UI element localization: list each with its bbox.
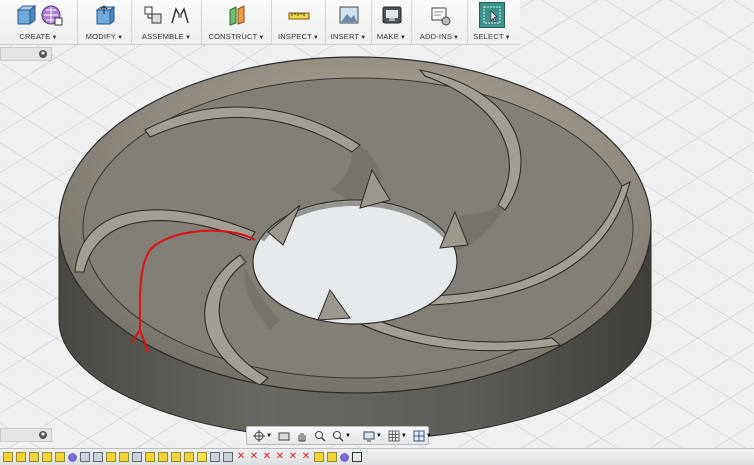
toolbar-group-modify[interactable]: MODIFY▼ <box>78 0 132 44</box>
extrude-icon[interactable] <box>13 3 37 27</box>
timeline-suppressed-icon[interactable]: ✕ <box>275 452 285 462</box>
toolbar-label-select: SELECT <box>473 32 504 41</box>
timeline-suppressed-icon[interactable]: ✕ <box>236 452 246 462</box>
joint-icon[interactable] <box>168 3 192 27</box>
timeline-feature-icon[interactable] <box>55 452 65 462</box>
toolbar-label-inspect: INSPECT <box>277 32 312 41</box>
pan-icon[interactable] <box>294 428 310 443</box>
timeline-feature-icon[interactable] <box>197 452 207 462</box>
timeline-feature-icon[interactable] <box>29 452 39 462</box>
timeline-feature-icon[interactable] <box>106 452 116 462</box>
canvas-viewport[interactable] <box>0 0 754 464</box>
timeline-feature-icon[interactable] <box>223 452 233 462</box>
timeline-feature-icon[interactable] <box>145 452 155 462</box>
timeline-feature-icon[interactable] <box>42 452 52 462</box>
timeline-feature-icon[interactable] <box>340 452 349 462</box>
timeline-feature-icon[interactable] <box>171 452 181 462</box>
main-toolbar: CREATE▼ MODIFY▼ ASSEMBLE▼ CONSTRUCT▼ INS… <box>0 0 520 45</box>
toolbar-label-insert: INSERT <box>330 32 360 41</box>
toolbar-label-modify: MODIFY <box>85 32 117 41</box>
timeline-feature-icon[interactable] <box>184 452 194 462</box>
timeline-feature-icon[interactable] <box>80 452 90 462</box>
zoom-icon[interactable]: ▼ <box>330 428 353 443</box>
timeline-bar[interactable]: ✕ ✕ ✕ ✕ ✕ ✕ <box>0 448 754 465</box>
timeline-suppressed-icon[interactable]: ✕ <box>288 452 298 462</box>
timeline-feature-icon[interactable] <box>119 452 129 462</box>
timeline-feature-icon[interactable] <box>3 452 13 462</box>
timeline-feature-icon[interactable] <box>93 452 103 462</box>
toolbar-group-insert[interactable]: INSERT▼ <box>326 0 372 44</box>
toolbar-group-inspect[interactable]: INSPECT▼ <box>272 0 326 44</box>
orbit-icon[interactable]: ▼ <box>251 428 274 443</box>
timeline-feature-icon[interactable] <box>68 452 77 462</box>
zoom-window-icon[interactable] <box>312 428 328 443</box>
viewports-icon[interactable]: ▼ <box>411 428 434 443</box>
toolbar-group-construct[interactable]: CONSTRUCT▼ <box>202 0 272 44</box>
browser-panel-toggle[interactable]: ● <box>39 50 47 58</box>
timeline-suppressed-icon[interactable]: ✕ <box>249 452 259 462</box>
toolbar-group-select[interactable]: SELECT▼ <box>468 0 516 44</box>
3d-print-icon[interactable] <box>380 3 404 27</box>
pattern-grid-icon[interactable] <box>40 3 64 27</box>
impeller-model[interactable] <box>0 0 754 464</box>
toolbar-label-construct: CONSTRUCT <box>208 32 258 41</box>
toolbar-group-create[interactable]: CREATE▼ <box>0 0 78 44</box>
timeline-feature-icon[interactable] <box>210 452 220 462</box>
display-settings-icon[interactable]: ▼ <box>361 428 384 443</box>
toolbar-group-addins[interactable]: ADD-INS▼ <box>412 0 468 44</box>
measure-icon[interactable] <box>287 3 311 27</box>
offset-plane-icon[interactable] <box>225 3 249 27</box>
toolbar-label-addins: ADD-INS <box>419 32 453 41</box>
timeline-feature-icon[interactable] <box>327 452 337 462</box>
press-pull-icon[interactable] <box>93 3 117 27</box>
grid-settings-icon[interactable]: ▼ <box>386 428 409 443</box>
toolbar-label-create: CREATE <box>19 32 51 41</box>
scripts-icon[interactable] <box>428 3 452 27</box>
toolbar-group-assemble[interactable]: ASSEMBLE▼ <box>132 0 202 44</box>
toolbar-group-make[interactable]: MAKE▼ <box>372 0 412 44</box>
new-component-icon[interactable] <box>141 3 165 27</box>
toolbar-label-assemble: ASSEMBLE <box>141 32 184 41</box>
select-arrow-icon[interactable] <box>479 2 505 28</box>
timeline-marker-icon[interactable] <box>352 452 362 462</box>
timeline-feature-icon[interactable] <box>16 452 26 462</box>
browser-panel-header[interactable]: ● <box>0 47 52 61</box>
timeline-feature-icon[interactable] <box>132 452 142 462</box>
toolbar-label-make: MAKE <box>376 32 399 41</box>
comments-panel-header[interactable]: ● <box>0 428 52 442</box>
timeline-suppressed-icon[interactable]: ✕ <box>262 452 272 462</box>
comments-panel-toggle[interactable]: ● <box>39 431 47 439</box>
look-at-icon[interactable] <box>276 428 292 443</box>
timeline-feature-icon[interactable] <box>158 452 168 462</box>
timeline-suppressed-icon[interactable]: ✕ <box>301 452 311 462</box>
navigation-bar: ▼ ▼ ▼ ▼ ▼ <box>246 426 432 445</box>
insert-image-icon[interactable] <box>337 3 361 27</box>
timeline-feature-icon[interactable] <box>314 452 324 462</box>
